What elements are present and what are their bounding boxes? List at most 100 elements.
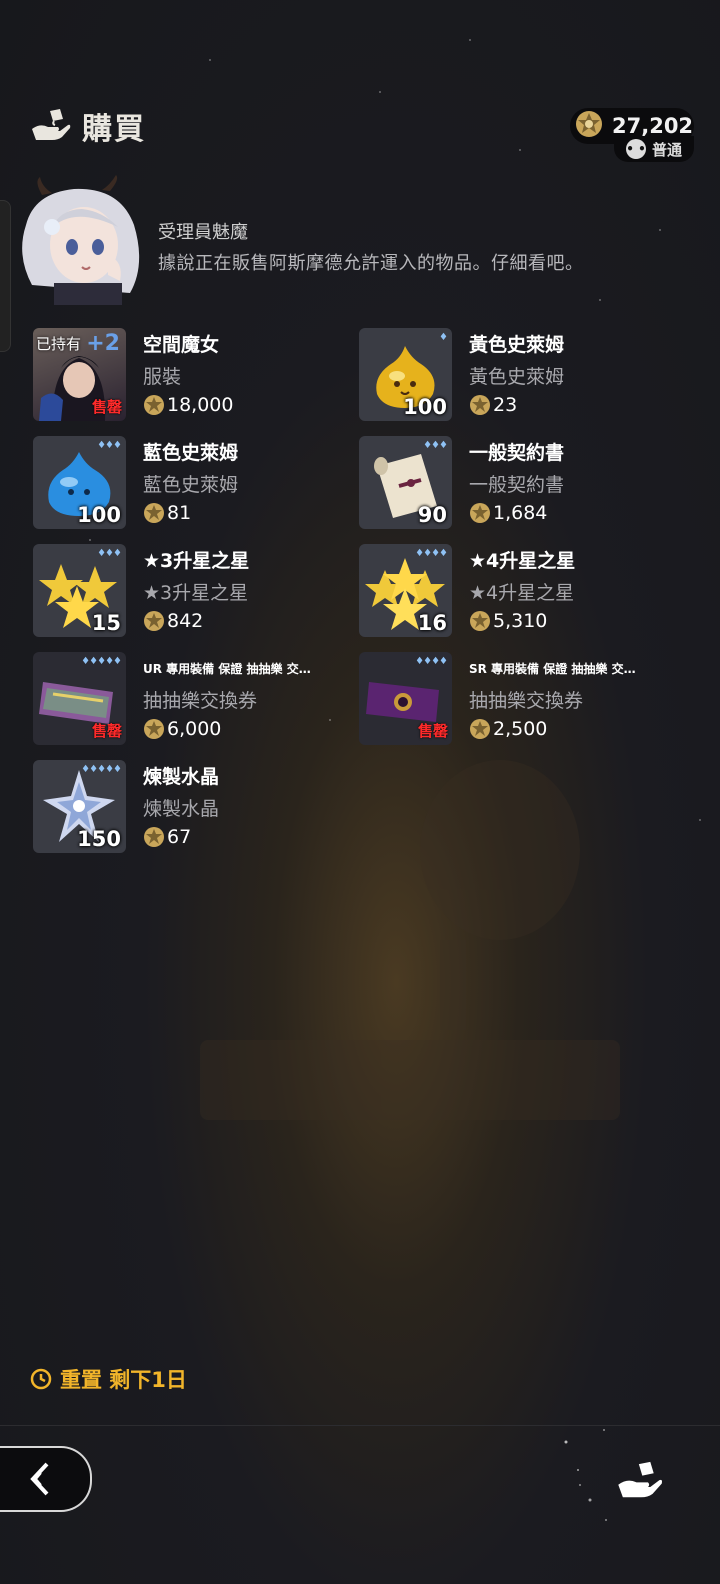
item-name: 空間魔女	[143, 334, 220, 356]
item-type: 煉製水晶	[143, 798, 220, 820]
shop-item-sr-ticket[interactable]: ♦♦♦♦ 售罄 SR 專用裝備 保證 抽抽樂 交… 抽抽樂交換券 2,500	[359, 652, 679, 746]
item-quantity: 16	[417, 611, 447, 635]
item-thumbnail: ♦♦♦ 100	[33, 436, 126, 529]
item-thumbnail: ♦♦♦♦♦ 售罄	[33, 652, 126, 745]
rarity-gems: ♦♦♦	[97, 440, 122, 451]
item-type: 黃色史萊姆	[469, 366, 565, 388]
coin-icon	[574, 109, 604, 143]
item-type: ★3升星之星	[143, 582, 249, 604]
shop-item-ur-ticket[interactable]: ♦♦♦♦♦ 售罄 UR 專用裝備 保證 抽抽樂 交… 抽抽樂交換券 6,000	[33, 652, 353, 746]
coin-icon	[144, 503, 164, 523]
sold-out-label: 售罄	[91, 398, 122, 416]
back-button[interactable]	[0, 1446, 92, 1512]
owned-count: +2	[86, 331, 120, 356]
reset-timer: 重置 剩下1日	[30, 1364, 187, 1394]
item-price: 23	[469, 394, 564, 416]
item-type: 抽抽樂交換券	[469, 690, 584, 712]
item-name: ★4升星之星	[469, 550, 576, 572]
item-name: 藍色史萊姆	[143, 442, 239, 464]
item-type: 服裝	[143, 366, 182, 388]
page-header: 購買	[30, 104, 146, 148]
owned-label: 已持有	[36, 335, 82, 353]
price-value: 18,000	[167, 394, 234, 416]
sold-out-label: 售罄	[91, 722, 122, 740]
buy-menu-button[interactable]	[612, 1454, 668, 1504]
price-value: 842	[167, 610, 204, 632]
item-name: SR 專用裝備 保證 抽抽樂 交…	[469, 662, 636, 676]
currency-amount: 27,202	[612, 114, 694, 138]
item-quantity: 150	[77, 827, 121, 851]
coin-icon	[144, 611, 164, 631]
item-quantity: 100	[403, 395, 447, 419]
tier-badge[interactable]: • • 普通	[614, 136, 694, 162]
item-name: 黃色史萊姆	[469, 334, 565, 356]
rarity-gems: ♦♦♦♦	[415, 656, 448, 667]
coin-icon	[144, 395, 164, 415]
rarity-gems: ♦♦♦♦	[415, 548, 448, 559]
item-type: ★4升星之星	[469, 582, 575, 604]
shop-item-refine-crystal[interactable]: ♦♦♦♦♦ 150 煉製水晶 煉製水晶 67	[33, 760, 353, 854]
tier-label: 普通	[651, 140, 682, 159]
face-icon: • •	[625, 139, 646, 159]
item-thumbnail: ♦♦♦♦♦ 150	[33, 760, 126, 853]
rarity-gems: ♦	[439, 332, 448, 343]
item-quantity: 15	[91, 611, 121, 635]
coin-icon	[470, 395, 490, 415]
item-price: 1,684	[469, 502, 564, 524]
rarity-gems: ♦♦♦	[423, 440, 448, 451]
npc-dialogue: 據說正在販售阿斯摩德允許運入的物品。仔細看吧。	[158, 253, 584, 274]
npc-name: 受理員魅魔	[158, 222, 248, 243]
item-name: ★3升星之星	[143, 550, 250, 572]
item-thumbnail: ♦ 100	[359, 328, 452, 421]
chevron-left-icon	[30, 1462, 49, 1496]
item-type: 一般契約書	[469, 474, 565, 496]
coin-icon	[470, 503, 490, 523]
coin-icon	[144, 827, 164, 847]
item-price: 2,500	[469, 718, 636, 740]
price-value: 1,684	[493, 502, 548, 524]
price-value: 6,000	[167, 718, 222, 740]
price-value: 81	[167, 502, 192, 524]
price-value: 5,310	[493, 610, 548, 632]
item-type: 藍色史萊姆	[143, 474, 239, 496]
reset-text: 重置 剩下1日	[60, 1368, 187, 1392]
item-thumbnail: ♦♦♦♦ 16	[359, 544, 452, 637]
page-title: 購買	[82, 112, 146, 147]
shop-item-space-witch[interactable]: 已持有 +2 售罄 空間魔女 服裝 18,000	[33, 328, 353, 422]
item-type: 抽抽樂交換券	[143, 690, 258, 712]
item-quantity: 100	[77, 503, 121, 527]
shop-item-star3[interactable]: ♦♦♦ 15 ★3升星之星 ★3升星之星 842	[33, 544, 353, 638]
shop-item-blue-slime[interactable]: ♦♦♦ 100 藍色史萊姆 藍色史萊姆 81	[33, 436, 353, 530]
rarity-gems: ♦♦♦♦♦	[81, 656, 122, 667]
sold-out-label: 售罄	[417, 722, 448, 740]
item-price: 67	[143, 826, 219, 848]
item-thumbnail: 已持有 +2 售罄	[33, 328, 126, 421]
shop-item-contract[interactable]: ♦♦♦ 90 一般契約書 一般契約書 1,684	[359, 436, 679, 530]
shop-item-yellow-slime[interactable]: ♦ 100 黃色史萊姆 黃色史萊姆 23	[359, 328, 679, 422]
item-price: 18,000	[143, 394, 233, 416]
item-price: 6,000	[143, 718, 311, 740]
hand-bag-icon	[618, 1461, 662, 1498]
coin-icon	[470, 719, 490, 739]
side-tab[interactable]	[0, 200, 11, 352]
item-name: 一般契約書	[469, 442, 565, 464]
price-value: 23	[493, 394, 518, 416]
item-quantity: 90	[417, 503, 447, 527]
item-thumbnail: ♦♦♦♦ 售罄	[359, 652, 452, 745]
footer-divider	[0, 1425, 720, 1426]
shop-item-star4[interactable]: ♦♦♦♦ 16 ★4升星之星 ★4升星之星 5,310	[359, 544, 679, 638]
hand-bag-icon	[30, 107, 72, 145]
item-price: 842	[143, 610, 249, 632]
item-thumbnail: ♦♦♦ 90	[359, 436, 452, 529]
item-price: 5,310	[469, 610, 575, 632]
npc-portrait	[12, 175, 152, 305]
rarity-gems: ♦♦♦♦♦	[81, 764, 122, 775]
clock-icon	[30, 1368, 52, 1390]
item-name: 煉製水晶	[143, 766, 220, 788]
item-thumbnail: ♦♦♦ 15	[33, 544, 126, 637]
item-price: 81	[143, 502, 238, 524]
price-value: 67	[167, 826, 192, 848]
price-value: 2,500	[493, 718, 548, 740]
coin-icon	[144, 719, 164, 739]
item-name: UR 專用裝備 保證 抽抽樂 交…	[143, 662, 311, 676]
